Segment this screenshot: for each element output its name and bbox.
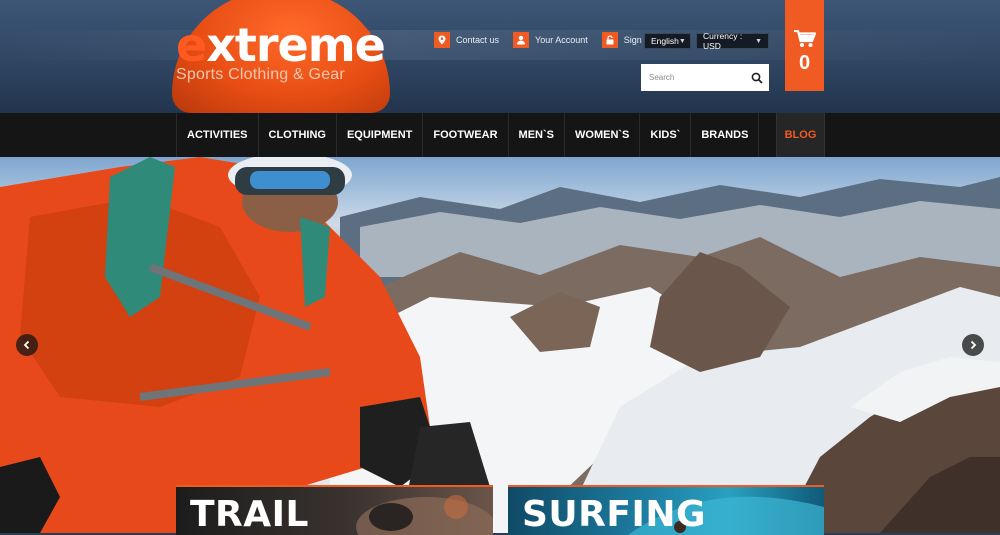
cart-button[interactable]: 0 <box>785 0 824 91</box>
map-pin-icon <box>434 32 450 48</box>
search-input[interactable] <box>647 72 751 83</box>
main-navigation: ACTIVITIES CLOTHING EQUIPMENT FOOTWEAR M… <box>0 113 1000 157</box>
search-icon[interactable] <box>751 72 763 84</box>
nav-item-activities[interactable]: ACTIVITIES <box>176 113 259 157</box>
your-account-link[interactable]: Your Account <box>513 32 588 48</box>
category-card-surfing[interactable]: SURFING <box>508 485 824 535</box>
chevron-right-icon <box>970 340 977 350</box>
hero-slider <box>0 157 1000 533</box>
logo-text: extreme <box>176 18 386 72</box>
nav-item-mens[interactable]: MEN`S <box>509 113 565 157</box>
language-value: English <box>651 36 679 46</box>
surfing-card-title: SURFING <box>522 494 707 535</box>
brand-logo[interactable]: extreme Sports Clothing & Gear <box>176 18 386 84</box>
slider-next-button[interactable] <box>962 334 984 356</box>
site-header: extreme Sports Clothing & Gear Contact u… <box>0 0 1000 113</box>
nav-item-brands[interactable]: BRANDS <box>691 113 760 157</box>
contact-us-label: Contact us <box>456 35 500 45</box>
chevron-left-icon <box>23 340 30 350</box>
currency-select[interactable]: Currency : USD ▼ <box>696 31 769 51</box>
currency-value: Currency : USD <box>703 31 743 51</box>
search-box <box>641 64 769 91</box>
hero-image <box>0 157 1000 533</box>
nav-item-kids[interactable]: KIDS` <box>640 113 692 157</box>
trail-card-title: TRAIL <box>190 494 309 535</box>
nav-item-footwear[interactable]: FOOTWEAR <box>423 113 509 157</box>
category-card-trail[interactable]: TRAIL <box>176 485 493 535</box>
nav-item-equipment[interactable]: EQUIPMENT <box>337 113 424 157</box>
top-links: Contact us Your Account Sign in <box>434 32 651 48</box>
nav-menu: ACTIVITIES CLOTHING EQUIPMENT FOOTWEAR M… <box>176 113 760 157</box>
shopping-cart-icon <box>793 30 816 47</box>
nav-item-womens[interactable]: WOMEN`S <box>565 113 641 157</box>
chevron-down-icon: ▼ <box>678 37 686 45</box>
language-select[interactable]: English ▼ <box>644 33 691 49</box>
user-icon <box>513 32 530 48</box>
cart-count: 0 <box>798 52 811 74</box>
lock-icon <box>601 32 618 48</box>
nav-item-clothing[interactable]: CLOTHING <box>259 113 337 157</box>
nav-item-blog[interactable]: BLOG <box>776 113 825 157</box>
contact-us-link[interactable]: Contact us <box>434 32 499 48</box>
chevron-down-icon: ▼ <box>755 37 762 45</box>
slider-prev-button[interactable] <box>16 334 38 356</box>
your-account-label: Your Account <box>535 35 588 45</box>
